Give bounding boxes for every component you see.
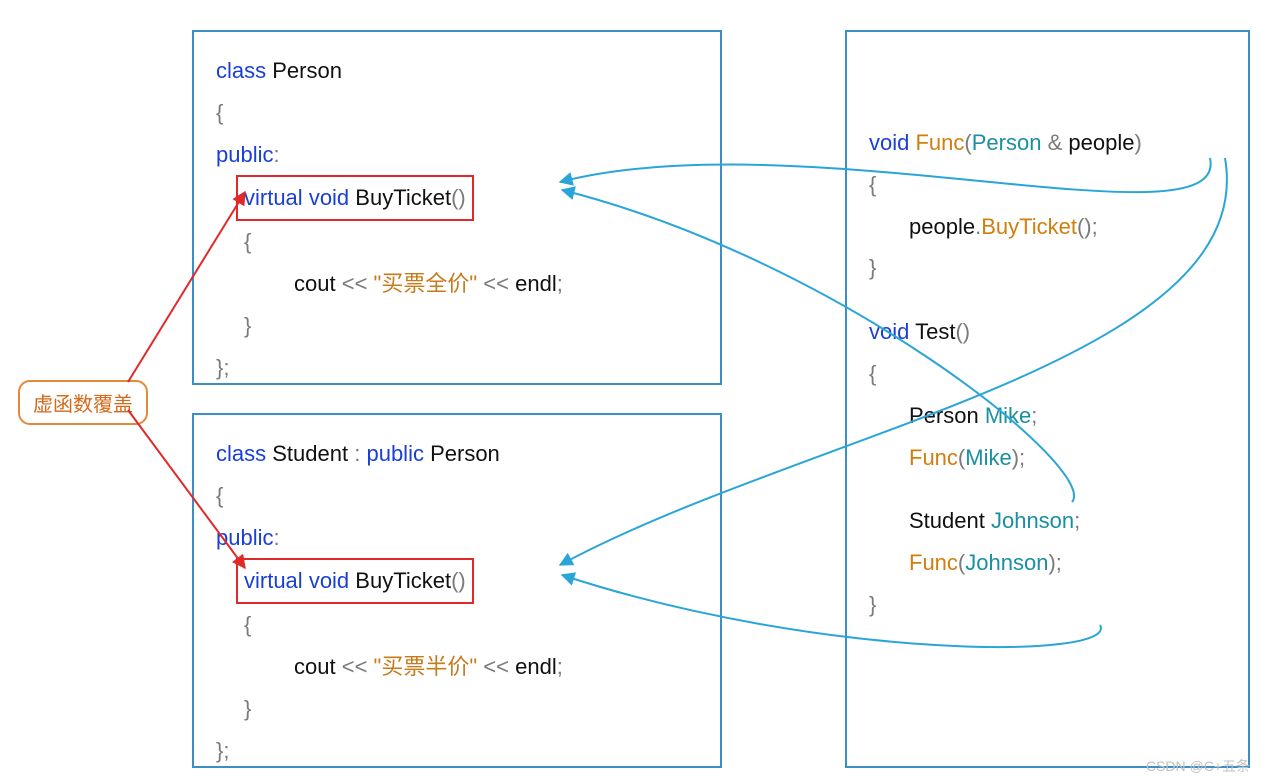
paren-close: ) <box>1134 130 1141 155</box>
brace-open: { <box>216 92 700 134</box>
code-line: public: <box>216 134 700 176</box>
paren-open: ( <box>964 130 971 155</box>
kw-class: class <box>216 58 266 83</box>
semi: ; <box>557 654 563 679</box>
code-line: class Person <box>216 50 700 92</box>
blank-line <box>869 478 1228 500</box>
call-paren: (); <box>1077 214 1098 239</box>
code-line: public: <box>216 517 700 559</box>
fn-name-func: Func <box>915 130 964 155</box>
blank-line <box>869 289 1228 311</box>
semi: ; <box>1074 508 1080 533</box>
callout-virtual-override: 虚函数覆盖 <box>18 380 148 425</box>
kw-void: void <box>309 568 349 593</box>
kw-void: void <box>869 130 909 155</box>
kw-void: void <box>869 319 909 344</box>
fn-brace-open: { <box>244 221 700 263</box>
endl: endl <box>515 654 557 679</box>
code-line: Student Johnson; <box>909 500 1228 542</box>
class-name-person: Person <box>272 58 342 83</box>
brace-close: }; <box>216 730 700 772</box>
call-func: Func <box>909 550 958 575</box>
brace-open: { <box>869 164 1228 206</box>
code-box-usage: void Func(Person & people) { people.BuyT… <box>845 30 1250 768</box>
string-literal: "买票全价" <box>374 271 478 296</box>
kw-virtual: virtual <box>244 185 303 210</box>
fn-name: BuyTicket <box>355 568 451 593</box>
paren-close: ); <box>1048 550 1061 575</box>
fn-name-test: Test <box>915 319 955 344</box>
code-line-func-sig: void Func(Person & people) <box>869 122 1228 164</box>
var-name-mike: Mike <box>985 403 1031 428</box>
op: << <box>483 654 509 679</box>
kw-public: public <box>216 525 273 550</box>
cout: cout <box>294 271 336 296</box>
fn-brace-open: { <box>244 604 700 646</box>
code-line: class Student : public Person <box>216 433 700 475</box>
base-class: Person <box>430 441 500 466</box>
virtual-fn-person-highlight: virtual void BuyTicket() <box>236 175 474 221</box>
code-line: cout << "买票全价" << endl; <box>294 263 700 305</box>
colon: : <box>273 525 279 550</box>
amp: & <box>1048 130 1063 155</box>
obj: people <box>909 214 975 239</box>
parens: () <box>955 319 970 344</box>
var-name-johnson: Johnson <box>991 508 1074 533</box>
callout-label: 虚函数覆盖 <box>33 394 133 416</box>
method: BuyTicket <box>981 214 1077 239</box>
cout: cout <box>294 654 336 679</box>
op: << <box>483 271 509 296</box>
code-line-test-sig: void Test() <box>869 311 1228 353</box>
parens: () <box>451 185 466 210</box>
endl: endl <box>515 271 557 296</box>
op: << <box>342 654 368 679</box>
var-type: Person <box>909 403 979 428</box>
fn-brace-close: } <box>244 305 700 347</box>
colon: : <box>273 142 279 167</box>
string-literal: "买票半价" <box>374 654 478 679</box>
var-type: Student <box>909 508 985 533</box>
fn-brace-close: } <box>244 688 700 730</box>
semi: ; <box>557 271 563 296</box>
code-line: cout << "买票半价" << endl; <box>294 646 700 688</box>
kw-void: void <box>309 185 349 210</box>
brace-close: } <box>869 584 1228 626</box>
code-box-person: class Person { public: virtual void BuyT… <box>192 30 722 385</box>
semi: ; <box>1031 403 1037 428</box>
kw-public: public <box>216 142 273 167</box>
fn-name: BuyTicket <box>355 185 451 210</box>
brace-close: }; <box>216 347 700 389</box>
code-line: Func(Johnson); <box>909 542 1228 584</box>
code-box-student: class Student : public Person { public: … <box>192 413 722 768</box>
parens: () <box>451 568 466 593</box>
brace-close: } <box>869 247 1228 289</box>
paren-close: ); <box>1012 445 1025 470</box>
brace-open: { <box>869 353 1228 395</box>
watermark: CSDN @C+五条 <box>1146 756 1250 776</box>
kw-class: class <box>216 441 266 466</box>
class-name-student: Student <box>272 441 348 466</box>
brace-open: { <box>216 475 700 517</box>
arg: Mike <box>965 445 1011 470</box>
param-type: Person <box>972 130 1042 155</box>
kw-virtual: virtual <box>244 568 303 593</box>
virtual-fn-student-highlight: virtual void BuyTicket() <box>236 558 474 604</box>
param-name: people <box>1068 130 1134 155</box>
kw-public: public <box>366 441 423 466</box>
call-func: Func <box>909 445 958 470</box>
code-line: people.BuyTicket(); <box>909 206 1228 248</box>
colon: : <box>354 441 360 466</box>
arg: Johnson <box>965 550 1048 575</box>
code-line: Func(Mike); <box>909 437 1228 479</box>
code-line: Person Mike; <box>909 395 1228 437</box>
op: << <box>342 271 368 296</box>
